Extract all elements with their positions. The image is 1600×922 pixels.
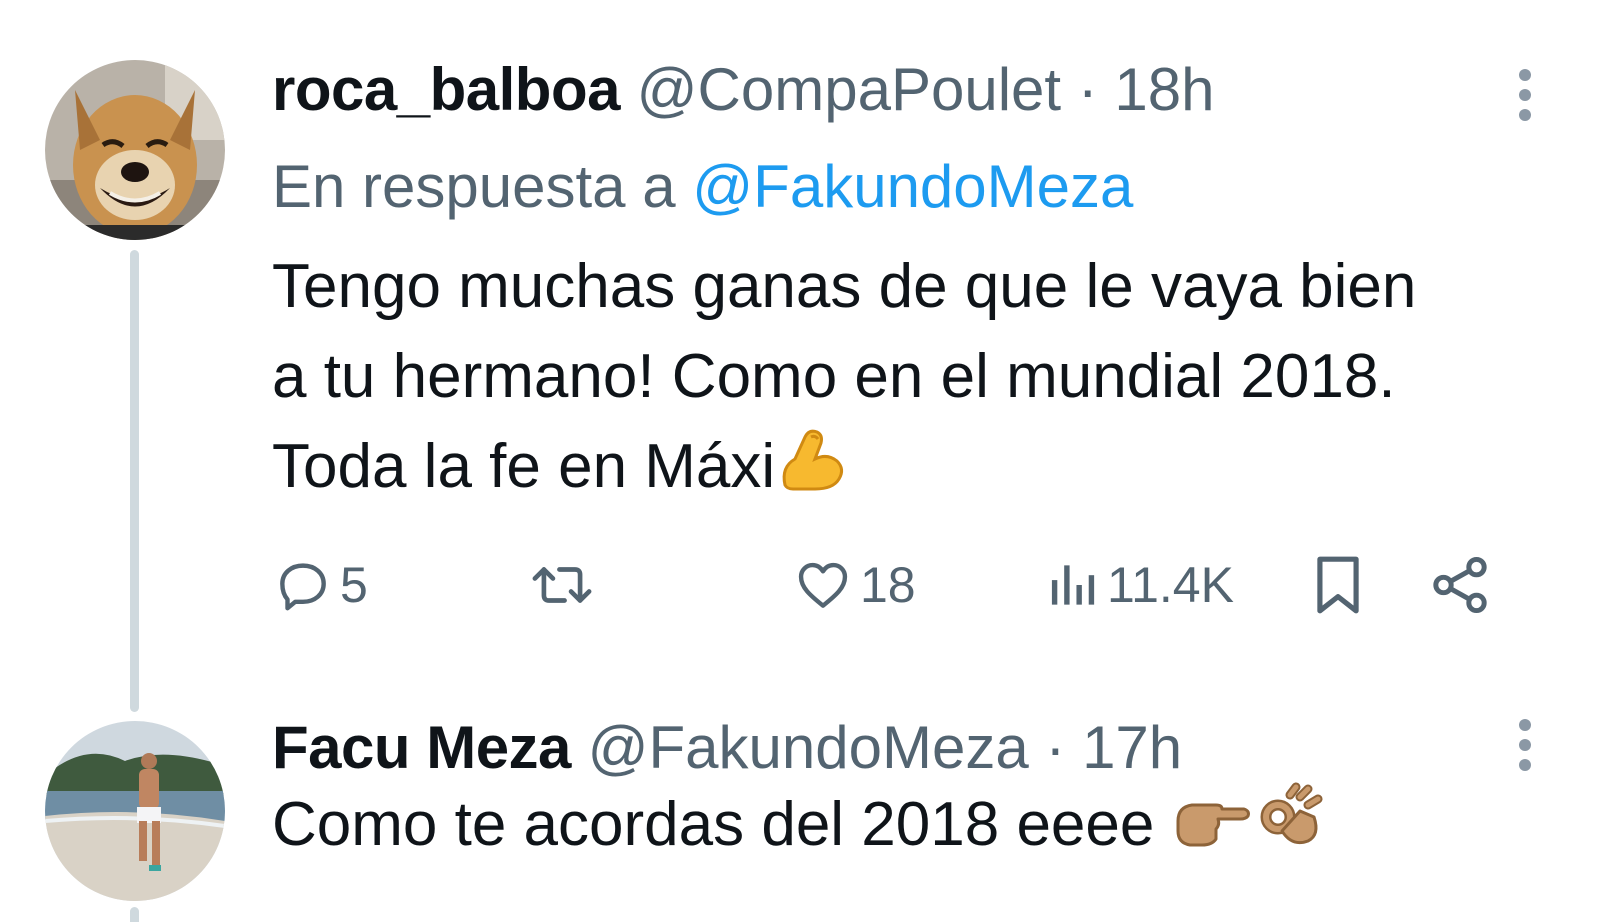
thread-connector-line xyxy=(130,907,139,922)
timestamp[interactable]: 17h xyxy=(1082,714,1182,781)
retweet-button[interactable] xyxy=(527,545,603,625)
more-dot-icon xyxy=(1519,739,1531,751)
more-options-button[interactable] xyxy=(1505,60,1545,130)
timestamp[interactable]: 18h xyxy=(1114,56,1214,123)
reply-prefix: En respuesta a xyxy=(272,153,676,220)
more-dot-icon xyxy=(1519,89,1531,101)
separator-dot: · xyxy=(1077,56,1098,123)
reply-button[interactable]: 5 xyxy=(272,545,368,625)
views-chart-icon xyxy=(1051,565,1095,605)
tweet-actions: 5 18 11.4K xyxy=(272,545,1562,625)
more-dot-icon xyxy=(1519,759,1531,771)
tweet-text-line: Tengo muchas ganas de que le vaya bien xyxy=(272,252,1417,321)
like-button[interactable]: 18 xyxy=(792,545,916,625)
retweet-icon xyxy=(532,567,592,603)
bookmark-button[interactable] xyxy=(1307,545,1369,625)
more-dot-icon xyxy=(1519,719,1531,731)
ok-hand-emoji xyxy=(1252,781,1324,878)
tweet-text-line: Toda la fe en Máxi xyxy=(272,432,776,501)
tweet-text-line: Como te acordas del 2018 eeee xyxy=(272,790,1155,859)
reply-to-handle-link[interactable]: @FakundoMeza xyxy=(692,153,1133,220)
more-options-button[interactable] xyxy=(1505,710,1545,780)
conversation-thread: roca_balboa @CompaPoulet · 18h En respue… xyxy=(0,0,1600,922)
tweet-header: Facu Meza @FakundoMeza · 17h xyxy=(272,713,1182,783)
avatar[interactable] xyxy=(45,60,225,240)
tweet-text: Como te acordas del 2018 eeee xyxy=(272,780,1572,878)
share-button[interactable] xyxy=(1427,545,1493,625)
more-dot-icon xyxy=(1519,69,1531,81)
heart-icon xyxy=(798,562,848,608)
user-handle[interactable]: @CompaPoulet xyxy=(637,56,1061,123)
display-name[interactable]: roca_balboa xyxy=(272,56,620,123)
tweet-text: Tengo muchas ganas de que le vaya bien a… xyxy=(272,242,1572,520)
beach-person-avatar xyxy=(45,721,225,901)
thread-connector-line xyxy=(130,250,139,712)
pointing-right-emoji xyxy=(1172,781,1252,878)
views-button[interactable]: 11.4K xyxy=(1047,545,1234,625)
views-count: 11.4K xyxy=(1107,557,1234,613)
bookmark-icon xyxy=(1317,556,1359,614)
flexed-biceps-emoji xyxy=(775,423,847,520)
tweet-header: roca_balboa @CompaPoulet · 18h xyxy=(272,55,1215,125)
smiling-dog-avatar xyxy=(45,60,225,240)
user-handle[interactable]: @FakundoMeza xyxy=(588,714,1029,781)
tweet[interactable]: roca_balboa @CompaPoulet · 18h En respue… xyxy=(0,0,1600,712)
avatar[interactable] xyxy=(45,721,225,901)
display-name[interactable]: Facu Meza xyxy=(272,714,571,781)
reply-context: En respuesta a @FakundoMeza xyxy=(272,152,1133,222)
tweet-text-line: a tu hermano! Como en el mundial 2018. xyxy=(272,342,1396,411)
share-icon xyxy=(1433,556,1487,614)
tweet[interactable]: Facu Meza @FakundoMeza · 17h Como te aco… xyxy=(0,705,1600,922)
reply-icon xyxy=(280,563,326,611)
reply-count: 5 xyxy=(340,557,368,613)
more-dot-icon xyxy=(1519,109,1531,121)
tweet-text-line-last: Toda la fe en Máxi xyxy=(272,422,1572,520)
like-count: 18 xyxy=(860,557,916,613)
separator-dot: · xyxy=(1045,714,1066,781)
